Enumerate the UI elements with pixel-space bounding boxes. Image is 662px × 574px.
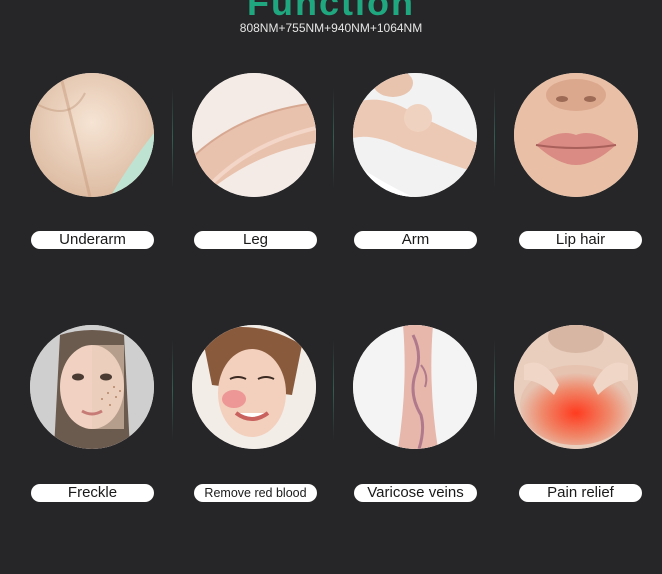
divider — [494, 88, 495, 188]
divider — [172, 88, 173, 188]
wavelength-subtitle: 808NM+755NM+940NM+1064NM — [239, 21, 423, 35]
lip-photo — [514, 73, 638, 197]
arm-photo — [353, 73, 477, 197]
item-label: Lip hair — [519, 231, 642, 249]
divider — [333, 88, 334, 188]
item-label: Arm — [354, 231, 477, 249]
neck-pain-photo — [514, 325, 638, 449]
underarm-photo — [30, 73, 154, 197]
item-label: Pain relief — [519, 484, 642, 502]
divider — [172, 340, 173, 440]
item-label: Leg — [194, 231, 317, 249]
varicose-leg-photo — [353, 325, 477, 449]
divider — [333, 340, 334, 440]
divider — [494, 340, 495, 440]
item-label: Varicose veins — [354, 484, 477, 502]
item-label: Remove red blood — [194, 484, 317, 502]
item-label: Freckle — [31, 484, 154, 502]
item-label: Underarm — [31, 231, 154, 249]
red-cheek-face-photo — [192, 325, 316, 449]
leg-photo — [192, 73, 316, 197]
freckle-face-photo — [30, 325, 154, 449]
